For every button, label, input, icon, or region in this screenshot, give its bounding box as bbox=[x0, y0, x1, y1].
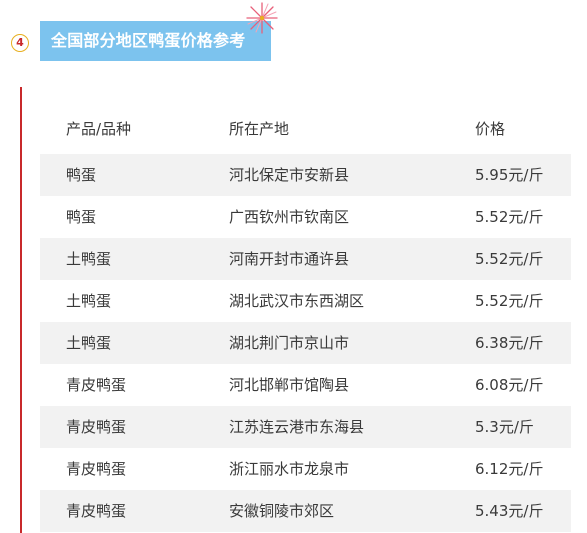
cell-product: 青皮鸭蛋 bbox=[66, 460, 127, 478]
price-table: 产品/品种 所在产地 价格 鸭蛋 河北保定市安新县 5.95元/斤 鸭蛋 广西钦… bbox=[40, 108, 571, 532]
cell-origin: 浙江丽水市龙泉市 bbox=[229, 460, 350, 478]
cell-product: 土鸭蛋 bbox=[66, 292, 112, 310]
table-row: 青皮鸭蛋 浙江丽水市龙泉市 6.12元/斤 bbox=[40, 448, 571, 490]
red-timeline-line bbox=[20, 87, 22, 533]
cell-product: 土鸭蛋 bbox=[66, 334, 112, 352]
table-row: 土鸭蛋 湖北武汉市东西湖区 5.52元/斤 bbox=[40, 280, 571, 322]
cell-product: 土鸭蛋 bbox=[66, 250, 112, 268]
header-origin: 所在产地 bbox=[229, 120, 290, 138]
table-row: 青皮鸭蛋 安徽铜陵市郊区 5.43元/斤 bbox=[40, 490, 571, 532]
cell-price: 6.08元/斤 bbox=[475, 376, 544, 394]
cell-price: 5.3元/斤 bbox=[475, 418, 534, 436]
cell-product: 鸭蛋 bbox=[66, 208, 97, 226]
table-row: 鸭蛋 广西钦州市钦南区 5.52元/斤 bbox=[40, 196, 571, 238]
header-price: 价格 bbox=[475, 120, 506, 138]
table-row: 土鸭蛋 湖北荆门市京山市 6.38元/斤 bbox=[40, 322, 571, 364]
cell-origin: 河北邯郸市馆陶县 bbox=[229, 376, 350, 394]
section-number-badge: 4 bbox=[11, 34, 29, 52]
cell-origin: 江苏连云港市东海县 bbox=[229, 418, 365, 436]
cell-price: 6.12元/斤 bbox=[475, 460, 544, 478]
cell-product: 青皮鸭蛋 bbox=[66, 376, 127, 394]
cell-price: 5.52元/斤 bbox=[475, 208, 544, 226]
table-row: 青皮鸭蛋 江苏连云港市东海县 5.3元/斤 bbox=[40, 406, 571, 448]
table-row: 青皮鸭蛋 河北邯郸市馆陶县 6.08元/斤 bbox=[40, 364, 571, 406]
section-header: 4 全国部分地区鸭蛋价格参考 bbox=[0, 0, 587, 80]
cell-price: 5.52元/斤 bbox=[475, 292, 544, 310]
cell-product: 青皮鸭蛋 bbox=[66, 418, 127, 436]
table-row: 土鸭蛋 河南开封市通许县 5.52元/斤 bbox=[40, 238, 571, 280]
cell-price: 5.43元/斤 bbox=[475, 502, 544, 520]
cell-product: 青皮鸭蛋 bbox=[66, 502, 127, 520]
cell-price: 6.38元/斤 bbox=[475, 334, 544, 352]
cell-product: 鸭蛋 bbox=[66, 166, 97, 184]
cell-price: 5.95元/斤 bbox=[475, 166, 544, 184]
cell-origin: 湖北武汉市东西湖区 bbox=[229, 292, 365, 310]
cell-origin: 河北保定市安新县 bbox=[229, 166, 350, 184]
table-row: 鸭蛋 河北保定市安新县 5.95元/斤 bbox=[40, 154, 571, 196]
cell-price: 5.52元/斤 bbox=[475, 250, 544, 268]
cell-origin: 安徽铜陵市郊区 bbox=[229, 502, 335, 520]
firework-icon bbox=[246, 2, 278, 34]
cell-origin: 河南开封市通许县 bbox=[229, 250, 350, 268]
section-title: 全国部分地区鸭蛋价格参考 bbox=[40, 21, 271, 61]
table-header-row: 产品/品种 所在产地 价格 bbox=[40, 108, 571, 150]
header-product: 产品/品种 bbox=[66, 120, 132, 138]
cell-origin: 广西钦州市钦南区 bbox=[229, 208, 350, 226]
cell-origin: 湖北荆门市京山市 bbox=[229, 334, 350, 352]
